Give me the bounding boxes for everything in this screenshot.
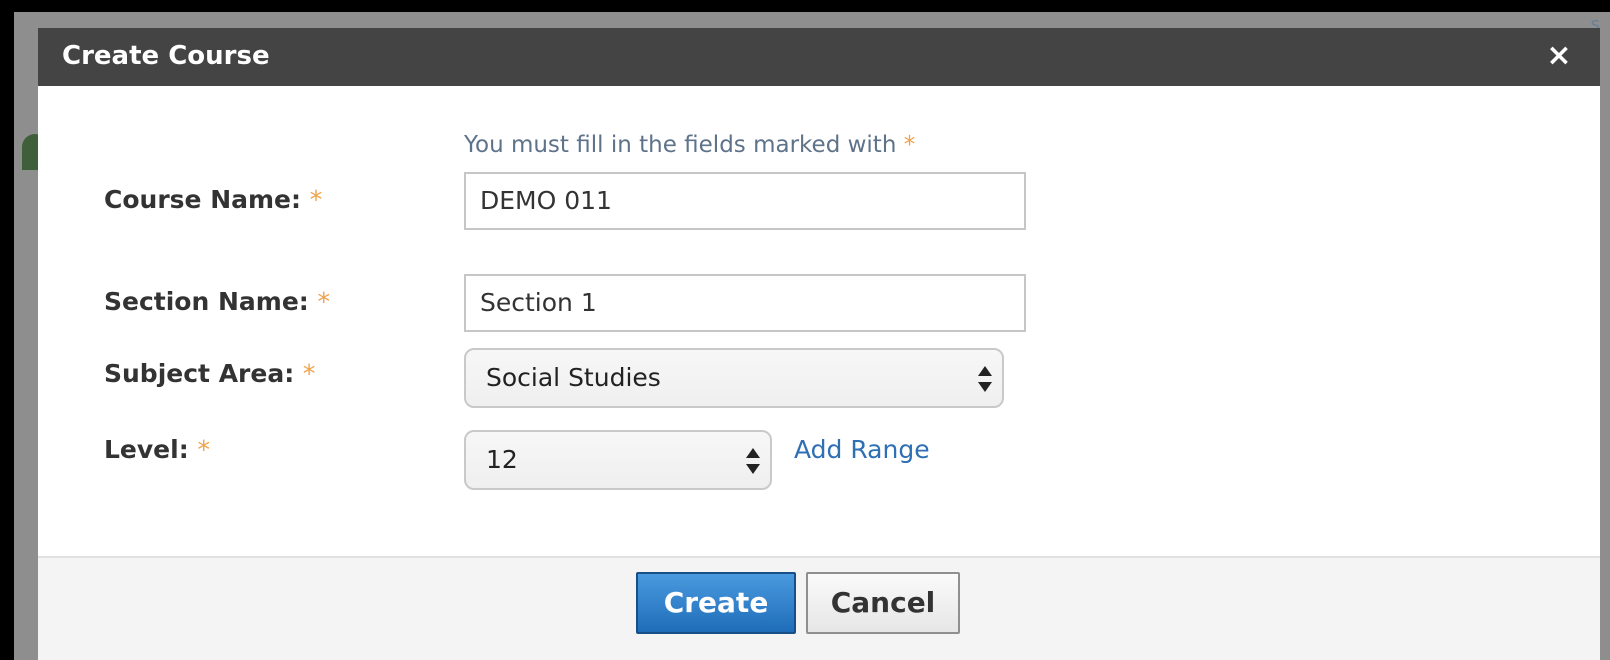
required-asterisk: *: [302, 359, 316, 388]
level-label: Level: *: [104, 434, 210, 466]
level-selected-value: 12: [486, 445, 518, 474]
required-asterisk: *: [309, 185, 323, 214]
dialog-title: Create Course: [62, 41, 270, 71]
chevron-up-down-icon: [978, 364, 992, 394]
add-range-link[interactable]: Add Range: [794, 434, 930, 466]
course-name-label: Course Name: *: [104, 184, 322, 216]
required-fields-note: You must fill in the fields marked with …: [464, 130, 915, 160]
subject-area-select[interactable]: Social Studies: [464, 348, 1004, 408]
section-name-input[interactable]: Section 1: [464, 274, 1026, 332]
required-asterisk: *: [197, 435, 210, 464]
close-icon: ×: [1546, 38, 1572, 73]
dialog-header: Create Course ×: [38, 28, 1600, 86]
subject-area-label: Subject Area: *: [104, 358, 315, 390]
subject-area-selected-value: Social Studies: [486, 363, 661, 392]
subject-area-label-text: Subject Area:: [104, 359, 295, 388]
section-name-label: Section Name: *: [104, 286, 330, 318]
required-note-text: You must fill in the fields marked with: [464, 132, 897, 158]
course-name-label-text: Course Name:: [104, 185, 301, 214]
required-asterisk: *: [903, 132, 916, 158]
close-button[interactable]: ×: [1544, 38, 1574, 74]
section-name-label-text: Section Name:: [104, 287, 309, 316]
level-select[interactable]: 12: [464, 430, 772, 490]
chevron-up-down-icon: [746, 446, 760, 476]
level-label-text: Level:: [104, 435, 189, 464]
create-button[interactable]: Create: [636, 572, 796, 634]
course-name-input[interactable]: DEMO 011: [464, 172, 1026, 230]
create-course-dialog: Create Course × You must fill in the fie…: [38, 28, 1600, 660]
required-asterisk: *: [317, 287, 331, 316]
cancel-button[interactable]: Cancel: [806, 572, 960, 634]
dialog-footer: Create Cancel: [38, 556, 1600, 660]
